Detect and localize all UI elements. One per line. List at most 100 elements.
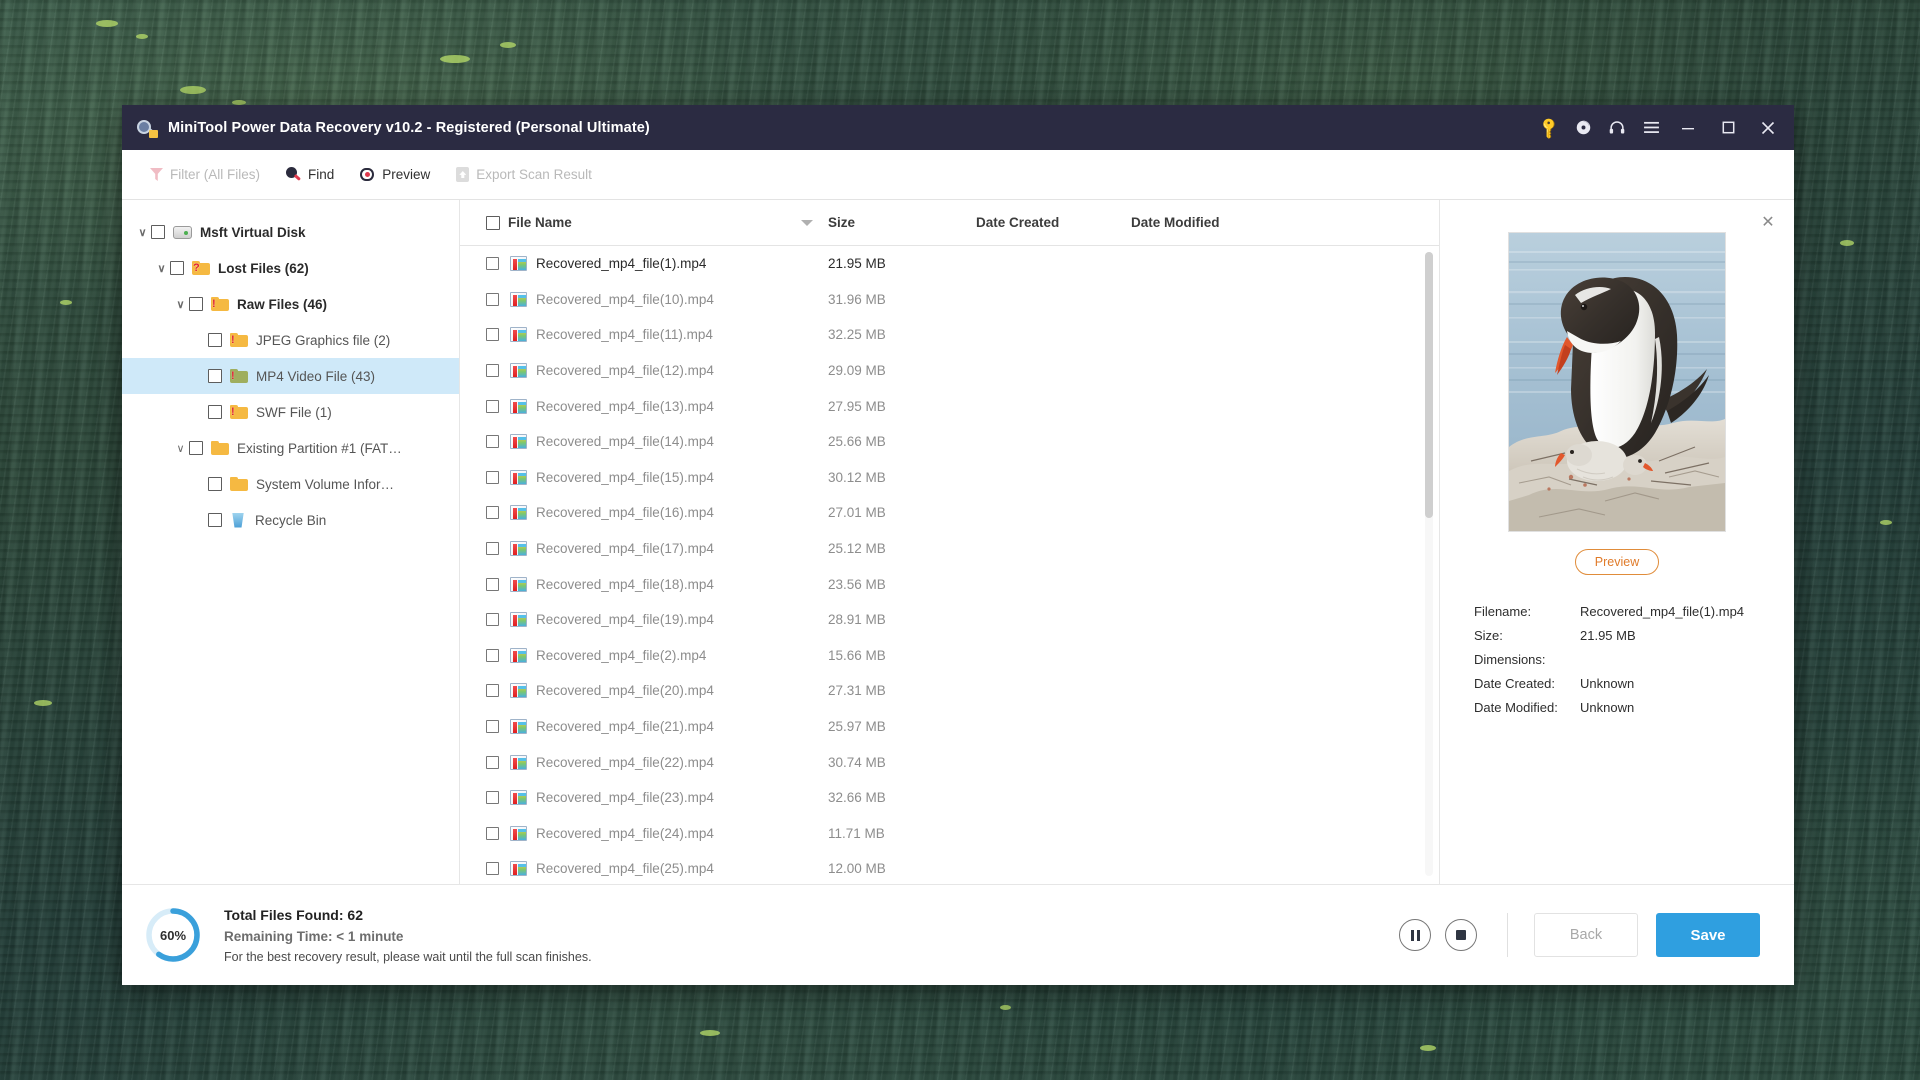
file-row-checkbox[interactable]	[486, 435, 499, 449]
metadata-row: Size: 21.95 MB	[1474, 623, 1794, 647]
file-row-checkbox[interactable]	[486, 684, 499, 698]
tree-item[interactable]: ∨Recycle Bin	[122, 502, 459, 538]
column-header-date-created[interactable]: Date Created	[976, 215, 1131, 230]
table-row[interactable]: Recovered_mp4_file(23).mp4 32.66 MB	[460, 780, 1439, 816]
export-scan-result-button[interactable]: Export Scan Result	[452, 163, 614, 186]
table-row[interactable]: Recovered_mp4_file(15).mp4 30.12 MB	[460, 460, 1439, 496]
table-row[interactable]: Recovered_mp4_file(19).mp4 28.91 MB	[460, 602, 1439, 638]
tree-item-checkbox[interactable]	[208, 405, 222, 419]
preview-close-icon[interactable]: ✕	[1758, 212, 1778, 232]
file-row-checkbox[interactable]	[486, 791, 499, 805]
table-row[interactable]: Recovered_mp4_file(16).mp4 27.01 MB	[460, 495, 1439, 531]
minimize-icon[interactable]	[1668, 111, 1708, 145]
mp4-file-icon	[510, 363, 527, 379]
file-name-cell: Recovered_mp4_file(13).mp4	[486, 398, 828, 414]
tree-item[interactable]: ∨! Raw Files (46)	[122, 286, 459, 322]
file-size-cell: 30.74 MB	[828, 754, 886, 770]
table-row[interactable]: Recovered_mp4_file(1).mp4 21.95 MB	[460, 246, 1439, 282]
tree-item-checkbox[interactable]	[151, 225, 165, 239]
stop-button[interactable]	[1445, 919, 1477, 951]
file-row-checkbox[interactable]	[486, 506, 499, 520]
column-header-size[interactable]: Size	[828, 215, 976, 230]
folder-alert-green-icon: !	[230, 369, 248, 383]
folder-question-icon: ?	[192, 261, 210, 275]
tree-item-checkbox[interactable]	[189, 441, 203, 455]
tree-item-checkbox[interactable]	[208, 477, 222, 491]
file-list-header: File Name Size Date Created Date Modifie…	[460, 200, 1439, 246]
file-row-checkbox[interactable]	[486, 577, 499, 591]
table-row[interactable]: Recovered_mp4_file(24).mp4 11.71 MB	[460, 816, 1439, 852]
chevron-down-icon[interactable]: ∨	[172, 298, 189, 311]
find-button[interactable]: Find	[282, 163, 356, 186]
mp4-file-icon	[510, 790, 527, 806]
table-row[interactable]: Recovered_mp4_file(18).mp4 23.56 MB	[460, 566, 1439, 602]
file-row-checkbox[interactable]	[486, 613, 499, 627]
sort-indicator-icon[interactable]	[786, 219, 828, 226]
select-all-checkbox[interactable]	[486, 215, 500, 230]
file-name-cell: Recovered_mp4_file(23).mp4	[486, 790, 828, 806]
file-row-checkbox[interactable]	[486, 542, 499, 556]
main-content: ∨ Msft Virtual Disk ∨? Lost Files (62) ∨! Raw…	[122, 200, 1794, 885]
tree-item-checkbox[interactable]	[170, 261, 184, 275]
filter-button[interactable]: Filter (All Files)	[146, 163, 282, 186]
file-list-scrollbar[interactable]	[1425, 252, 1433, 876]
file-row-checkbox[interactable]	[486, 755, 499, 769]
maximize-icon[interactable]	[1708, 111, 1748, 145]
scrollbar-thumb[interactable]	[1425, 252, 1433, 518]
total-files-value: 62	[347, 906, 363, 923]
tree-item-checkbox[interactable]	[189, 297, 203, 311]
file-name-cell: Recovered_mp4_file(24).mp4	[486, 825, 828, 841]
column-header-date-modified[interactable]: Date Modified	[1131, 215, 1419, 230]
status-bar: 60% Total Files Found: 62 Remaining Time…	[122, 885, 1794, 985]
table-row[interactable]: Recovered_mp4_file(20).mp4 27.31 MB	[460, 673, 1439, 709]
chevron-down-icon[interactable]: ∨	[172, 442, 189, 455]
hamburger-menu-icon[interactable]	[1634, 111, 1668, 145]
file-row-checkbox[interactable]	[486, 826, 499, 840]
file-row-checkbox[interactable]	[486, 862, 499, 876]
table-row[interactable]: Recovered_mp4_file(13).mp4 27.95 MB	[460, 388, 1439, 424]
headset-icon[interactable]	[1600, 111, 1634, 145]
table-row[interactable]: Recovered_mp4_file(17).mp4 25.12 MB	[460, 531, 1439, 567]
file-row-checkbox[interactable]	[486, 720, 499, 734]
file-row-checkbox[interactable]	[486, 399, 499, 413]
file-row-checkbox[interactable]	[486, 328, 499, 342]
tree-item[interactable]: ∨!MP4 Video File (43)	[122, 358, 459, 394]
save-button[interactable]: Save	[1656, 913, 1760, 957]
tree-item[interactable]: ∨!JPEG Graphics file (2)	[122, 322, 459, 358]
table-row[interactable]: Recovered_mp4_file(25).mp4 12.00 MB	[460, 851, 1439, 884]
file-row-checkbox[interactable]	[486, 364, 499, 378]
tree-item[interactable]: ∨? Lost Files (62)	[122, 250, 459, 286]
mp4-file-icon	[510, 683, 527, 699]
chevron-down-icon[interactable]: ∨	[153, 262, 170, 275]
tree-item[interactable]: ∨!SWF File (1)	[122, 394, 459, 430]
disc-icon[interactable]	[1566, 111, 1600, 145]
column-header-file-name[interactable]: File Name	[508, 215, 572, 230]
preview-toggle-button[interactable]: Preview	[356, 163, 452, 186]
tree-item[interactable]: ∨ Msft Virtual Disk	[122, 214, 459, 250]
filter-icon	[150, 168, 163, 181]
table-row[interactable]: Recovered_mp4_file(10).mp4 31.96 MB	[460, 282, 1439, 318]
table-row[interactable]: Recovered_mp4_file(2).mp4 15.66 MB	[460, 638, 1439, 674]
tree-item[interactable]: ∨System Volume Infor…	[122, 466, 459, 502]
mp4-file-icon	[510, 291, 527, 307]
table-row[interactable]: Recovered_mp4_file(11).mp4 32.25 MB	[460, 317, 1439, 353]
table-row[interactable]: Recovered_mp4_file(21).mp4 25.97 MB	[460, 709, 1439, 745]
table-row[interactable]: Recovered_mp4_file(14).mp4 25.66 MB	[460, 424, 1439, 460]
table-row[interactable]: Recovered_mp4_file(22).mp4 30.74 MB	[460, 744, 1439, 780]
tree-item-checkbox[interactable]	[208, 513, 222, 527]
file-row-checkbox[interactable]	[486, 648, 499, 662]
file-row-checkbox[interactable]	[486, 292, 499, 306]
tree-item-checkbox[interactable]	[208, 333, 222, 347]
table-row[interactable]: Recovered_mp4_file(12).mp4 29.09 MB	[460, 353, 1439, 389]
file-row-checkbox[interactable]	[486, 257, 499, 271]
file-name-cell: Recovered_mp4_file(1).mp4	[486, 256, 828, 272]
key-icon[interactable]: 🔑	[1532, 111, 1566, 145]
back-button[interactable]: Back	[1534, 913, 1638, 957]
tree-item[interactable]: ∨ Existing Partition #1 (FAT…	[122, 430, 459, 466]
chevron-down-icon[interactable]: ∨	[134, 226, 151, 239]
pause-button[interactable]	[1399, 919, 1431, 951]
close-icon[interactable]	[1748, 111, 1788, 145]
tree-item-checkbox[interactable]	[208, 369, 222, 383]
preview-image-button[interactable]: Preview	[1575, 549, 1659, 575]
file-row-checkbox[interactable]	[486, 470, 499, 484]
